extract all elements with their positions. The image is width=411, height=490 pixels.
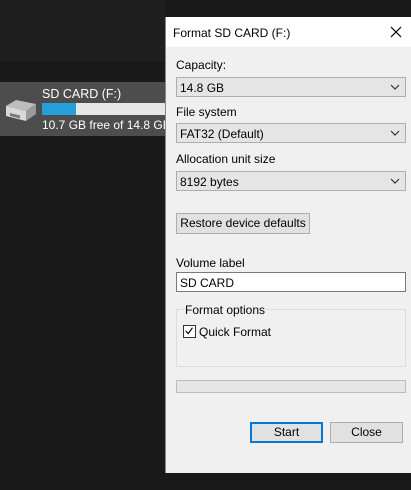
allocation-unit-label: Allocation unit size bbox=[176, 152, 276, 166]
capacity-value: 14.8 GB bbox=[180, 81, 225, 95]
volume-label-value: SD CARD bbox=[180, 276, 235, 290]
drive-usage-bar-fill bbox=[42, 103, 77, 115]
checkmark-icon bbox=[185, 327, 193, 335]
drive-space-text: 10.7 GB free of 14.8 GB bbox=[42, 118, 171, 132]
dialog-title: Format SD CARD (F:) bbox=[173, 26, 291, 40]
allocation-unit-value: 8192 bytes bbox=[180, 175, 239, 189]
drive-usage-bar bbox=[42, 103, 165, 115]
close-icon[interactable] bbox=[387, 23, 405, 41]
quick-format-label[interactable]: Quick Format bbox=[199, 325, 271, 339]
volume-label-caption: Volume label bbox=[176, 256, 245, 270]
capacity-label: Capacity: bbox=[176, 58, 227, 72]
dialog-titlebar[interactable]: Format SD CARD (F:) bbox=[166, 17, 411, 47]
volume-label-input[interactable]: SD CARD bbox=[176, 272, 406, 292]
format-dialog: Format SD CARD (F:) Capacity: 14.8 GB Fi… bbox=[165, 17, 411, 473]
restore-defaults-button[interactable]: Restore device defaults bbox=[176, 213, 310, 234]
format-progress-bar bbox=[176, 380, 406, 393]
chevron-down-icon bbox=[390, 84, 400, 90]
capacity-dropdown[interactable]: 14.8 GB bbox=[176, 77, 406, 97]
quick-format-checkbox[interactable] bbox=[183, 325, 196, 338]
file-system-value: FAT32 (Default) bbox=[180, 127, 264, 141]
chevron-down-icon bbox=[390, 178, 400, 184]
chevron-down-icon bbox=[390, 130, 400, 136]
close-button[interactable]: Close bbox=[330, 422, 403, 443]
file-system-dropdown[interactable]: FAT32 (Default) bbox=[176, 123, 406, 143]
file-system-label: File system bbox=[176, 105, 237, 119]
drive-name: SD CARD (F:) bbox=[42, 87, 122, 101]
sd-card-drive-icon bbox=[6, 100, 36, 121]
explorer-header-area bbox=[0, 0, 165, 62]
allocation-unit-dropdown[interactable]: 8192 bytes bbox=[176, 171, 406, 191]
drive-tile-sd-card[interactable]: SD CARD (F:) 10.7 GB free of 14.8 GB bbox=[0, 82, 171, 136]
format-options-title: Format options bbox=[184, 303, 267, 317]
start-button[interactable]: Start bbox=[250, 422, 323, 443]
